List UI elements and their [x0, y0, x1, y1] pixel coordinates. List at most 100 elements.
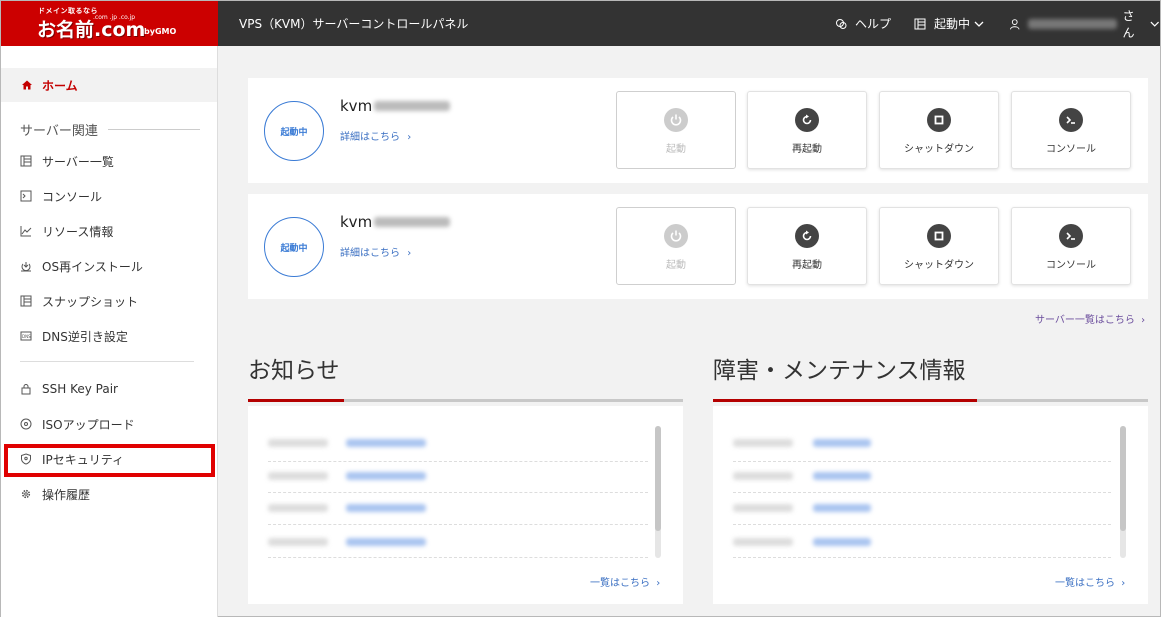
sidebar-divider — [20, 361, 194, 362]
sidebar-item-history[interactable]: 操作履歴 — [20, 484, 90, 504]
sidebar-item-label: サーバー一覧 — [42, 154, 114, 169]
console-button[interactable]: コンソール — [1011, 91, 1131, 169]
news-panel: お知らせ — [248, 351, 683, 402]
server-list-link[interactable]: サーバー一覧はこちら › — [1035, 311, 1145, 326]
news-more-link[interactable]: 一覧はこちら › — [590, 574, 660, 589]
console-icon — [20, 190, 32, 202]
sidebar-item-label: スナップショット — [42, 294, 139, 309]
shutdown-label: シャットダウン — [904, 260, 974, 271]
server-name-redacted — [374, 101, 451, 111]
section-divider — [107, 129, 200, 130]
maintenance-scrollbar[interactable] — [1120, 426, 1126, 558]
stop-icon — [927, 108, 951, 132]
sidebar: ホーム サーバー関連 サーバー一覧 コンソール リソース情報 OS再インストール… — [1, 46, 218, 617]
news-date — [268, 472, 328, 480]
maintenance-list: 一覧はこちら › — [713, 406, 1148, 604]
maintenance-more-link[interactable]: 一覧はこちら › — [1055, 574, 1125, 589]
maintenance-item-link[interactable] — [813, 472, 871, 480]
server-name: kvm — [340, 97, 451, 115]
user-name-redacted — [1028, 18, 1117, 29]
onamae-logo[interactable]: ドメイン取るなら お名前.com .com .jp .co.jp byGMO — [1, 1, 218, 46]
news-date — [268, 538, 328, 546]
status-menu[interactable]: 起動中 — [914, 1, 985, 46]
logo-gmo: byGMO — [144, 27, 177, 36]
news-item-link[interactable] — [346, 538, 426, 546]
maintenance-date — [733, 504, 793, 512]
sidebar-item-console[interactable]: コンソール — [20, 186, 102, 206]
server-list-icon — [20, 155, 32, 167]
maintenance-date — [733, 439, 793, 447]
lock-icon — [21, 384, 31, 395]
chevron-down-icon — [1149, 21, 1159, 27]
sidebar-item-iso-upload[interactable]: ISOアップロード — [20, 414, 135, 434]
chevron-right-icon: › — [1141, 315, 1146, 326]
news-item-link[interactable] — [346, 439, 426, 447]
terminal-icon — [1059, 224, 1083, 248]
sidebar-item-home[interactable]: ホーム — [1, 68, 217, 102]
status-label: 起動中 — [934, 17, 971, 31]
svg-text:DNS: DNS — [22, 334, 31, 339]
start-button[interactable]: 起動 — [616, 91, 736, 169]
list-divider — [268, 461, 648, 462]
news-item-link[interactable] — [346, 472, 426, 480]
sidebar-item-label: OS再インストール — [42, 259, 143, 274]
server-detail-link[interactable]: 詳細はこちら › — [340, 244, 411, 259]
maintenance-tab-underline — [713, 399, 1148, 402]
sidebar-item-label: ISOアップロード — [42, 417, 135, 432]
dns-icon: DNS — [20, 331, 32, 341]
news-list: 一覧はこちら › — [248, 406, 683, 604]
news-title: お知らせ — [248, 358, 340, 384]
stop-icon — [927, 224, 951, 248]
power-icon — [664, 224, 688, 248]
chevron-down-icon — [974, 21, 984, 27]
sidebar-item-snapshot[interactable]: スナップショット — [20, 291, 138, 311]
maintenance-date — [733, 472, 793, 480]
sidebar-item-resource[interactable]: リソース情報 — [20, 221, 113, 241]
sidebar-item-server-list[interactable]: サーバー一覧 — [20, 151, 114, 171]
server-card: 起動中 kvm 詳細はこちら › 起動 再起動 シャットダウン コンソール — [248, 194, 1148, 299]
news-scrollbar[interactable] — [655, 426, 661, 558]
shutdown-button[interactable]: シャットダウン — [879, 91, 999, 169]
list-divider — [268, 557, 648, 558]
start-button[interactable]: 起動 — [616, 207, 736, 285]
reinstall-icon — [21, 262, 31, 272]
restart-button[interactable]: 再起動 — [747, 91, 867, 169]
restart-button[interactable]: 再起動 — [747, 207, 867, 285]
restart-icon — [795, 224, 819, 248]
chevron-right-icon: › — [407, 132, 412, 143]
news-date — [268, 504, 328, 512]
console-button[interactable]: コンソール — [1011, 207, 1131, 285]
sidebar-item-label: ホーム — [42, 78, 78, 93]
terminal-icon — [1059, 108, 1083, 132]
restart-label: 再起動 — [792, 144, 822, 155]
help-menu[interactable]: ヘルプ — [835, 1, 891, 46]
maintenance-panel: 障害・メンテナンス情報 — [713, 351, 1148, 402]
maintenance-item-link[interactable] — [813, 538, 871, 546]
more-link-label: 一覧はこちら — [1055, 578, 1115, 589]
sidebar-item-ssh-key[interactable]: SSH Key Pair — [20, 379, 118, 399]
detail-link-label: 詳細はこちら — [340, 132, 400, 143]
maintenance-item-link[interactable] — [813, 504, 871, 512]
news-tab-underline — [248, 399, 683, 402]
server-name: kvm — [340, 213, 451, 231]
user-menu[interactable]: さん — [1009, 1, 1160, 46]
sidebar-section-server: サーバー関連 — [20, 120, 200, 139]
snapshot-icon — [20, 295, 32, 307]
list-divider — [733, 492, 1111, 493]
sidebar-item-dns[interactable]: DNS DNS逆引き設定 — [20, 326, 128, 346]
disc-icon — [20, 418, 32, 430]
sidebar-item-label: SSH Key Pair — [42, 382, 118, 396]
server-name-prefix: kvm — [340, 213, 373, 231]
list-divider — [733, 557, 1111, 558]
console-label: コンソール — [1046, 144, 1096, 155]
highlight-annotation — [4, 444, 215, 477]
server-detail-link[interactable]: 詳細はこちら › — [340, 128, 411, 143]
news-item-link[interactable] — [346, 504, 426, 512]
chart-icon — [20, 226, 32, 237]
list-divider — [268, 524, 648, 525]
sidebar-item-label: コンソール — [42, 189, 103, 204]
shutdown-button[interactable]: シャットダウン — [879, 207, 999, 285]
maintenance-item-link[interactable] — [813, 439, 871, 447]
server-status-icon — [914, 18, 926, 29]
sidebar-item-os-reinstall[interactable]: OS再インストール — [20, 256, 143, 276]
